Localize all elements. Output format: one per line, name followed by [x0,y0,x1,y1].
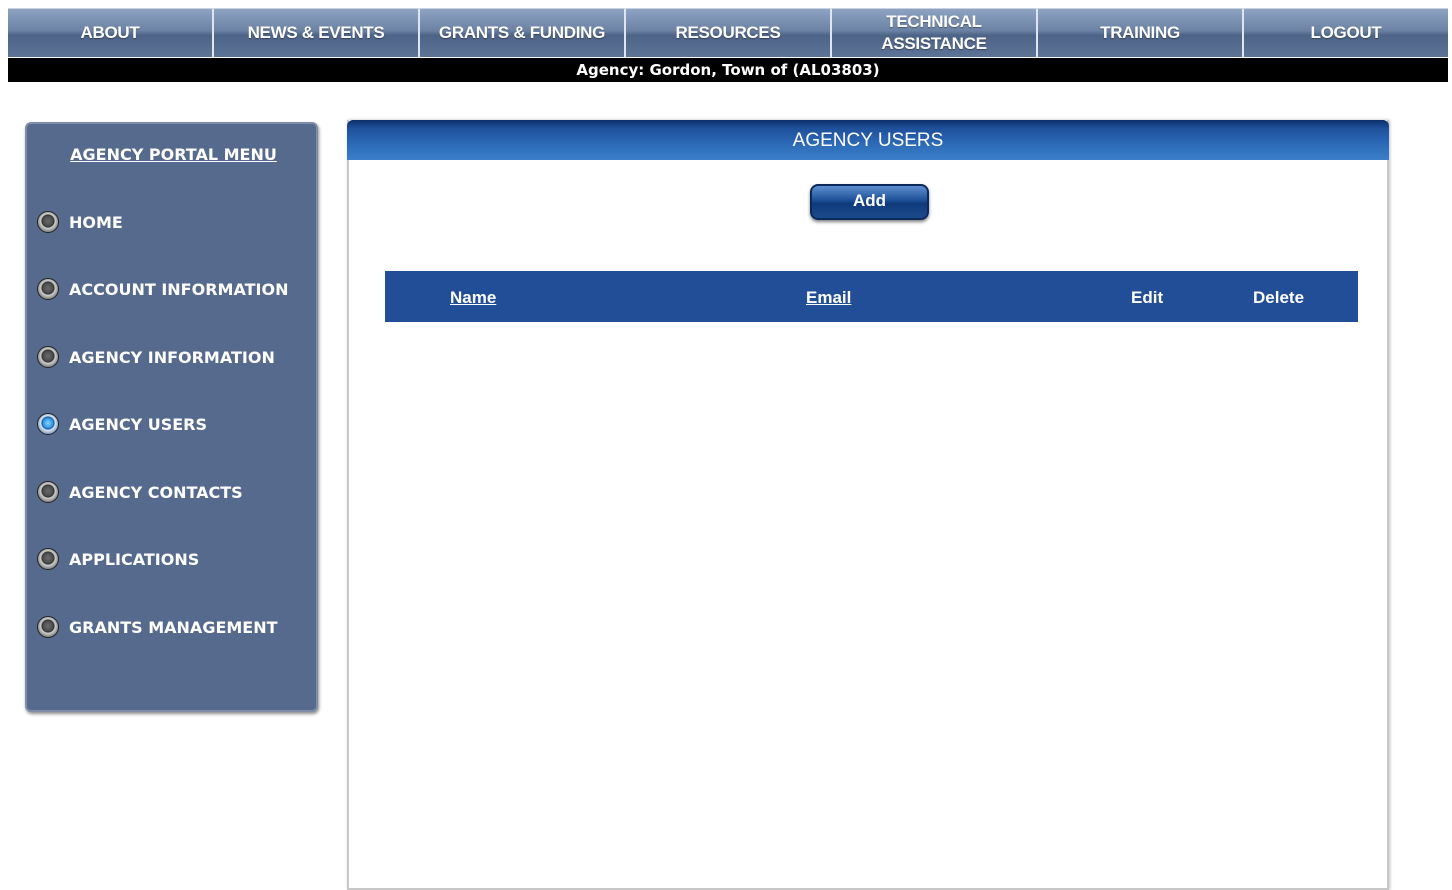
nav-about[interactable]: ABOUT [8,8,214,57]
nav-resources[interactable]: RESOURCES [626,8,832,57]
radio-bullet-active-icon [37,413,59,435]
nav-technical-assistance-label: TECHNICAL ASSISTANCE [881,12,987,53]
nav-technical-assistance[interactable]: TECHNICAL ASSISTANCE [832,8,1038,57]
sidebar-item-agency-users[interactable]: AGENCY USERS [37,411,207,437]
sidebar-item-agency-contacts[interactable]: AGENCY CONTACTS [37,479,243,505]
agency-portal-menu: AGENCY PORTAL MENU HOME ACCOUNT INFORMAT… [25,122,318,712]
radio-bullet-icon [37,481,59,503]
sidebar-item-label: APPLICATIONS [69,549,200,569]
column-header-name[interactable]: Name [450,288,496,308]
sidebar-item-home[interactable]: HOME [37,209,123,235]
sidebar-item-label: HOME [69,212,123,232]
sidebar-item-label: ACCOUNT INFORMATION [69,279,289,299]
main-panel: AGENCY USERS Add Name Email Edit Delete [347,120,1389,890]
radio-bullet-icon [37,278,59,300]
sidebar-title[interactable]: AGENCY PORTAL MENU [27,145,320,164]
column-header-edit: Edit [1131,288,1164,307]
nav-news-events[interactable]: NEWS & EVENTS [214,8,420,57]
users-table-header: Name Email Edit Delete [385,271,1358,322]
sidebar-item-grants-management[interactable]: GRANTS MANAGEMENT [37,614,278,640]
page-title: AGENCY USERS [347,120,1389,160]
sidebar-item-account-information[interactable]: ACCOUNT INFORMATION [37,276,288,302]
add-user-button[interactable]: Add [810,184,929,220]
sidebar-item-label: AGENCY INFORMATION [69,347,275,367]
sidebar-item-label: GRANTS MANAGEMENT [69,617,278,637]
radio-bullet-icon [37,346,59,368]
nav-logout[interactable]: LOGOUT [1244,8,1448,57]
sidebar-item-label: AGENCY CONTACTS [69,482,243,502]
agency-bar: Agency: Gordon, Town of (AL03803) [8,58,1448,82]
sidebar-item-agency-information[interactable]: AGENCY INFORMATION [37,344,275,370]
column-header-delete: Delete [1253,288,1305,307]
radio-bullet-icon [37,616,59,638]
radio-bullet-icon [37,548,59,570]
column-header-email[interactable]: Email [806,288,851,308]
radio-bullet-icon [37,211,59,233]
nav-training[interactable]: TRAINING [1038,8,1244,57]
top-navigation: ABOUT NEWS & EVENTS GRANTS & FUNDING RES… [8,8,1448,57]
nav-grants-funding[interactable]: GRANTS & FUNDING [420,8,626,57]
sidebar-item-label: AGENCY USERS [69,414,208,434]
sidebar-item-applications[interactable]: APPLICATIONS [37,546,199,572]
